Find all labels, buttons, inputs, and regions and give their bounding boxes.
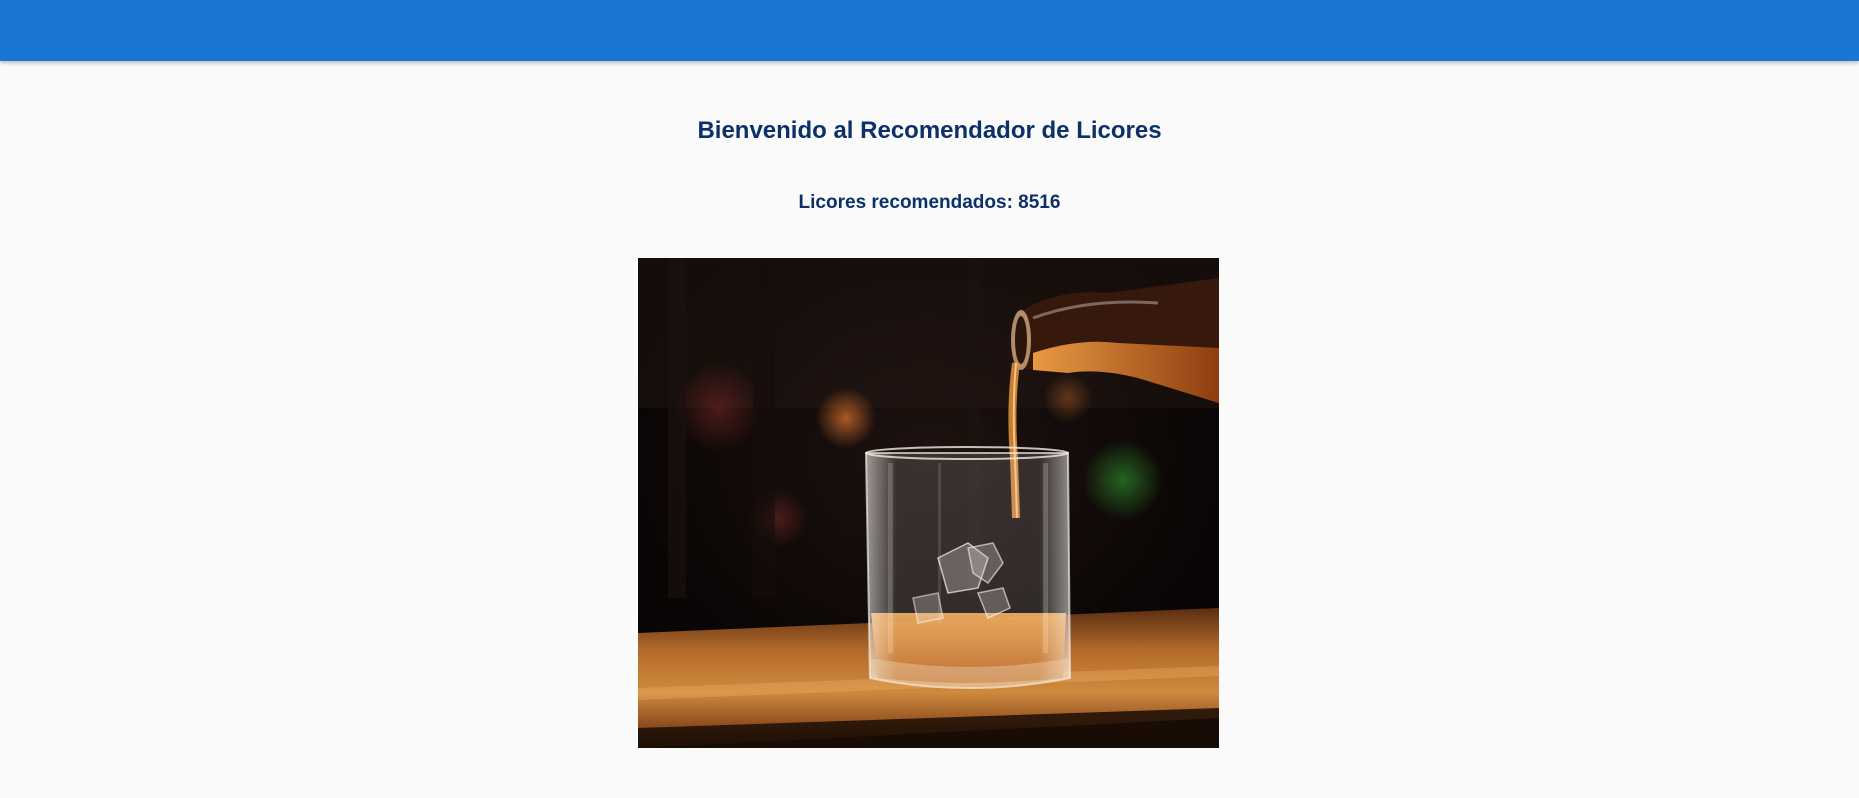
top-app-bar <box>0 0 1859 61</box>
page-title: Bienvenido al Recomendador de Licores <box>697 117 1162 144</box>
main-content: Bienvenido al Recomendador de Licores Li… <box>0 61 1859 798</box>
liquor-photo <box>638 258 1219 748</box>
recommended-count: Licores recomendados: 8516 <box>798 192 1061 213</box>
